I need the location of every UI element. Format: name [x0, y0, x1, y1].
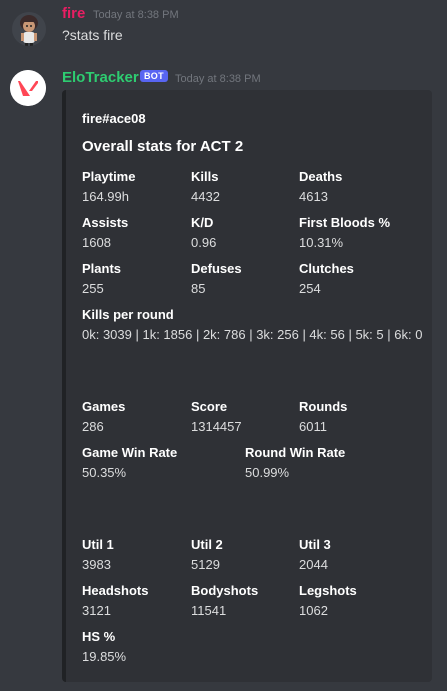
field-name: Clutches — [299, 261, 354, 276]
field-name: Rounds — [299, 399, 348, 414]
field-value: 3121 — [82, 603, 111, 618]
field-value: 19.85% — [82, 649, 127, 664]
message-timestamp: Today at 8:38 PM — [175, 73, 261, 85]
field-deaths: Deaths 4613 — [299, 169, 342, 205]
field-kills: Kills 4432 — [191, 169, 220, 205]
field-hs-pct: HS % 19.85% — [82, 629, 126, 665]
field-name: Headshots — [82, 583, 149, 598]
field-name: Kills per round — [82, 307, 174, 322]
field-name: Defuses — [191, 261, 242, 276]
field-defuses: Defuses 85 — [191, 261, 242, 297]
field-name: Assists — [82, 215, 129, 230]
field-name: Util 1 — [82, 537, 114, 552]
field-util2: Util 2 5129 — [191, 537, 223, 573]
field-name: HS % — [82, 629, 116, 644]
field-value: 1608 — [82, 235, 111, 250]
field-value: 4613 — [299, 189, 328, 204]
field-name: First Bloods % — [299, 215, 391, 230]
field-value: 50.35% — [82, 465, 127, 480]
field-value: 5129 — [191, 557, 220, 572]
field-round-win-rate: Round Win Rate 50.99% — [245, 445, 345, 481]
field-bodyshots: Bodyshots 11541 — [191, 583, 258, 619]
field-name: Util 3 — [299, 537, 331, 552]
field-name: Round Win Rate — [245, 445, 346, 460]
chibi-character-avatar-icon[interactable] — [12, 12, 46, 46]
field-value: 50.99% — [245, 465, 290, 480]
field-name: Plants — [82, 261, 122, 276]
field-name: Playtime — [82, 169, 136, 184]
field-value: 1314457 — [191, 419, 242, 434]
field-value: 10.31% — [299, 235, 344, 250]
field-name: Score — [191, 399, 228, 414]
field-util3: Util 3 2044 — [299, 537, 331, 573]
field-value: 1062 — [299, 603, 328, 618]
field-rounds: Rounds 6011 — [299, 399, 347, 435]
embed-title: Overall stats for ACT 2 — [82, 138, 244, 155]
field-value: 164.99h — [82, 189, 129, 204]
field-name: Bodyshots — [191, 583, 259, 598]
message-author[interactable]: fire — [62, 5, 85, 22]
valorant-logo-icon[interactable] — [10, 70, 46, 106]
field-name: Games — [82, 399, 126, 414]
field-legshots: Legshots 1062 — [299, 583, 357, 619]
field-clutches: Clutches 254 — [299, 261, 354, 297]
field-value: 3983 — [82, 557, 111, 572]
field-value: 0k: 3039 | 1k: 1856 | 2k: 786 | 3k: 256 … — [82, 327, 423, 342]
field-name: Game Win Rate — [82, 445, 178, 460]
field-name: Legshots — [299, 583, 357, 598]
field-playtime: Playtime 164.99h — [82, 169, 135, 205]
message-author[interactable]: EloTracker — [62, 69, 139, 86]
field-kd: K/D 0.96 — [191, 215, 216, 251]
field-value: 2044 — [299, 557, 328, 572]
field-name: Kills — [191, 169, 219, 184]
field-name: K/D — [191, 215, 214, 230]
field-plants: Plants 255 — [82, 261, 121, 297]
field-value: 6011 — [299, 419, 327, 434]
field-value: 85 — [191, 281, 206, 296]
field-value: 0.96 — [191, 235, 217, 250]
field-value: 11541 — [191, 603, 227, 618]
message-fire: fire Today at 8:38 PM ?stats fire — [0, 0, 447, 60]
field-name: Util 2 — [191, 537, 223, 552]
field-assists: Assists 1608 — [82, 215, 128, 251]
field-name: Deaths — [299, 169, 343, 184]
field-game-win-rate: Game Win Rate 50.35% — [82, 445, 177, 481]
field-value: 4432 — [191, 189, 220, 204]
field-kills-per-round: Kills per round 0k: 3039 | 1k: 1856 | 2k… — [82, 307, 422, 343]
field-first-bloods: First Bloods % 10.31% — [299, 215, 390, 251]
field-value: 286 — [82, 419, 104, 434]
message-text: ?stats fire — [62, 27, 123, 43]
message-timestamp: Today at 8:38 PM — [93, 9, 179, 21]
field-util1: Util 1 3983 — [82, 537, 114, 573]
embed-author: fire#ace08 — [82, 111, 146, 126]
stats-embed: fire#ace08 Overall stats for ACT 2 Playt… — [62, 90, 432, 682]
field-value: 255 — [82, 281, 104, 296]
bot-badge: BOT — [140, 70, 168, 82]
field-games: Games 286 — [82, 399, 125, 435]
field-headshots: Headshots 3121 — [82, 583, 148, 619]
field-score: Score 1314457 — [191, 399, 242, 435]
field-value: 254 — [299, 281, 321, 296]
